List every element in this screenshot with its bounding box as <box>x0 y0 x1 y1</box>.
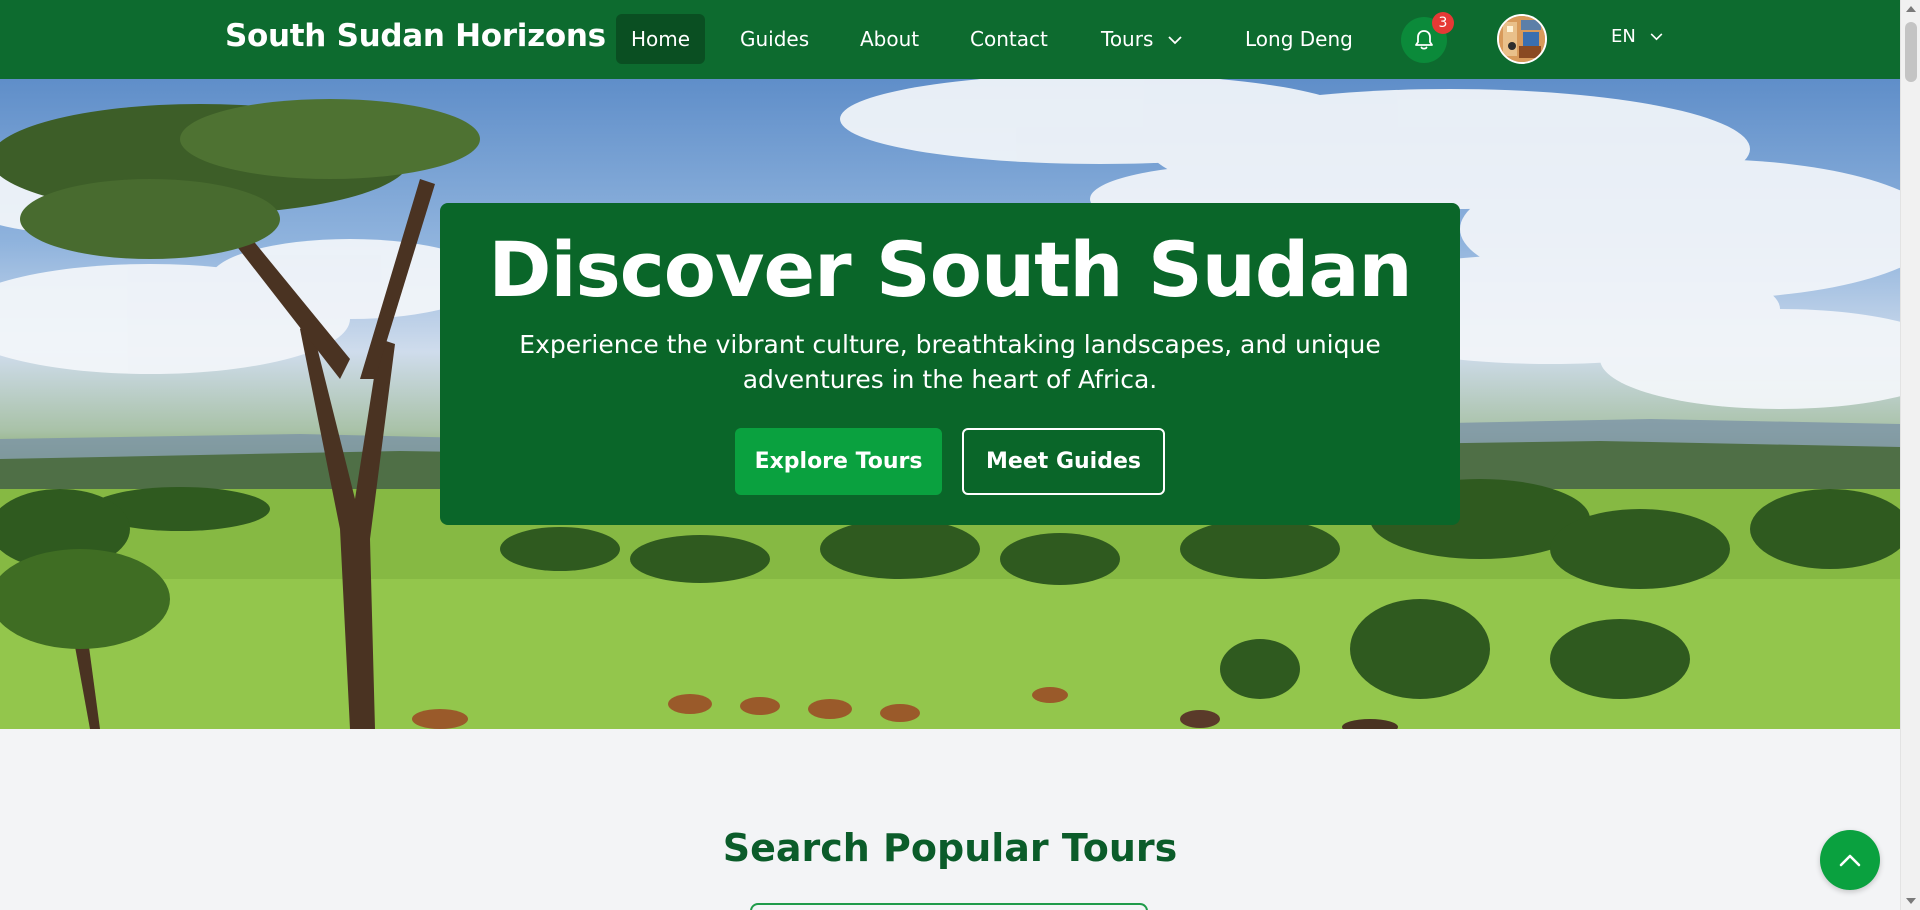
nav-contact[interactable]: Contact <box>955 14 1063 64</box>
nav-contact-label: Contact <box>970 27 1048 51</box>
top-navbar: South Sudan Horizons Home Guides About C… <box>0 0 1900 79</box>
user-name-link[interactable]: Long Deng <box>1230 14 1368 64</box>
bell-icon <box>1415 30 1433 50</box>
nav-guides-label: Guides <box>740 27 810 51</box>
language-label: EN <box>1611 26 1636 47</box>
back-to-top-button[interactable] <box>1820 830 1880 890</box>
explore-tours-button[interactable]: Explore Tours <box>735 428 942 495</box>
user-name-label: Long Deng <box>1245 27 1353 51</box>
scroll-thumb[interactable] <box>1905 22 1917 82</box>
chevron-down-icon <box>1168 36 1182 45</box>
search-tours-input[interactable] <box>750 903 1148 910</box>
meet-guides-button[interactable]: Meet Guides <box>962 428 1165 495</box>
chevron-down-icon <box>1650 33 1662 41</box>
language-selector[interactable]: EN <box>1611 26 1663 47</box>
scroll-up-arrow-icon[interactable] <box>1906 6 1916 12</box>
nav-tours-label: Tours <box>1101 27 1154 51</box>
nav-about-label: About <box>860 27 920 51</box>
avatar-image <box>1499 16 1545 62</box>
nav-about[interactable]: About <box>845 14 934 64</box>
hero-subtitle: Experience the vibrant culture, breathta… <box>519 330 1381 394</box>
hero-section: Discover South Sudan Experience the vibr… <box>0 79 1900 729</box>
notification-count-badge: 3 <box>1432 12 1454 34</box>
brand-logo[interactable]: South Sudan Horizons <box>225 18 606 54</box>
nav-tours-dropdown[interactable]: Tours <box>1086 14 1197 64</box>
nav-home-label: Home <box>631 27 691 51</box>
hero-title: Discover South Sudan <box>488 225 1412 314</box>
nav-guides[interactable]: Guides <box>725 14 824 64</box>
user-avatar[interactable] <box>1497 14 1547 64</box>
nav-home[interactable]: Home <box>616 14 706 64</box>
scroll-down-arrow-icon[interactable] <box>1906 898 1916 904</box>
page-scrollbar[interactable] <box>1900 0 1920 910</box>
hero-card: Discover South Sudan Experience the vibr… <box>440 203 1460 525</box>
chevron-up-icon <box>1839 854 1861 867</box>
search-section-title: Search Popular Tours <box>722 826 1178 870</box>
